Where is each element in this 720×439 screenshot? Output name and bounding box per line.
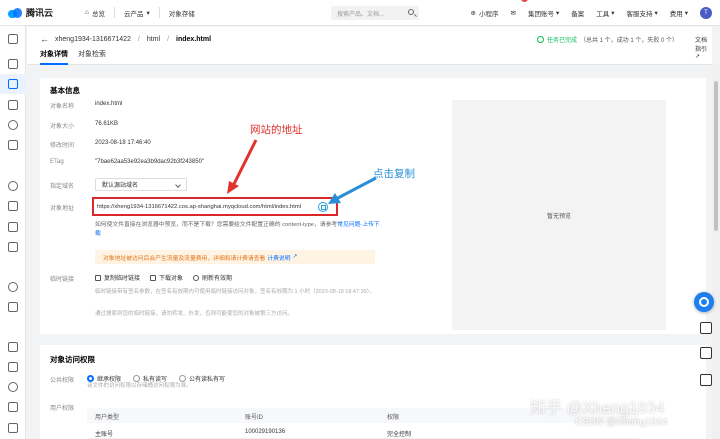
- modified-time: 2023-08-18 17:46:40: [95, 140, 151, 146]
- task-status[interactable]: 任务已完成 （总共 1 个，成功 1 个，失败 0 个）: [537, 35, 678, 44]
- top-right-menu: ⊕小程序 ✉3 集团账号▾ 备案 工具▾ 客服支持▾ 费用▾ T: [465, 0, 712, 26]
- avatar[interactable]: T: [700, 7, 712, 19]
- link-icon[interactable]: [8, 100, 18, 110]
- left-sidebar: [0, 26, 26, 439]
- archive-icon[interactable]: [8, 402, 18, 412]
- temp-link-actions: 复制临时链接 下载对象 刷新有效期: [95, 273, 242, 282]
- doc-guide-link[interactable]: 文档指引 ↗: [695, 35, 712, 60]
- expand-icon[interactable]: [700, 374, 712, 386]
- section-title: 基本信息: [50, 86, 80, 95]
- cloud-logo-icon: [8, 7, 22, 18]
- billing-link[interactable]: 计费说明: [267, 253, 290, 262]
- mail-icon: ✉: [510, 10, 516, 17]
- trash-icon[interactable]: [8, 423, 18, 433]
- brand-name: 腾讯云: [26, 8, 54, 18]
- domain-select[interactable]: 默认源站域名: [95, 178, 187, 191]
- object-name: index.html: [95, 101, 123, 107]
- breadcrumb-folder[interactable]: html: [147, 36, 160, 43]
- chevron-down-icon: ▾: [146, 9, 150, 17]
- group-account-menu[interactable]: 集团账号 ▾: [522, 0, 565, 26]
- object-size: 76.61KB: [95, 121, 119, 127]
- pie-chart-icon[interactable]: [8, 120, 18, 130]
- feedback-icon[interactable]: [700, 347, 712, 359]
- image-icon[interactable]: [8, 302, 18, 312]
- tab-object-search[interactable]: 对象检索: [78, 49, 106, 65]
- download-icon: [150, 274, 157, 281]
- click-copy-annotation: 点击复制: [373, 168, 415, 180]
- security-note: 通过搜索到您的临时链接，请勿转发、外发，否则可能使您的对象被第三方访问。: [95, 311, 294, 317]
- mini-program-icon: ⊕: [470, 10, 476, 17]
- scrollbar[interactable]: [712, 65, 720, 439]
- page-header: ← xheng1934-1316671422 / html / index.ht…: [27, 27, 712, 65]
- home-icon: ⌂: [85, 9, 89, 16]
- filing-link[interactable]: 备案: [565, 0, 590, 26]
- nav-cos[interactable]: 对象存储: [162, 0, 202, 26]
- tab-object-details[interactable]: 对象详情: [40, 49, 68, 65]
- site-address-annotation: 网站的地址: [250, 124, 303, 136]
- check-circle-icon: [537, 36, 544, 43]
- chart-icon[interactable]: [8, 382, 18, 392]
- breadcrumb-file: index.html: [176, 35, 212, 43]
- monitor-icon[interactable]: [8, 181, 18, 191]
- chevron-down-icon: ▾: [555, 10, 560, 17]
- csdn-watermark: CSDN @Xheng1934: [575, 417, 668, 428]
- help-icon[interactable]: [700, 322, 712, 334]
- mail-button[interactable]: ✉3: [504, 0, 528, 26]
- chevron-down-icon: ▾: [654, 10, 658, 17]
- tab-bar: 对象详情 对象检索: [40, 49, 116, 65]
- etag-value: "7bae62aa53e92ea3b9dac92b3f243850": [95, 159, 205, 165]
- chat-assistant-button[interactable]: [694, 292, 714, 312]
- document-icon[interactable]: [8, 140, 18, 150]
- refresh-icon: [193, 274, 200, 281]
- breadcrumb: ← xheng1934-1316671422 / html / index.ht…: [40, 34, 212, 44]
- cube-icon[interactable]: [8, 34, 18, 44]
- external-link-icon: ↗: [292, 254, 298, 260]
- breadcrumb-bucket[interactable]: xheng1934-1316671422: [55, 36, 131, 43]
- list-icon[interactable]: [8, 342, 18, 352]
- grid-icon[interactable]: [8, 59, 18, 69]
- table-row: 主账号 100029190136 完全控制: [87, 425, 639, 439]
- search-input[interactable]: 搜索产品、文档...: [331, 6, 419, 20]
- tag-icon[interactable]: [8, 362, 18, 372]
- copy-temp-link-button[interactable]: 复制临时链接: [95, 273, 140, 282]
- settings-icon[interactable]: [8, 201, 18, 211]
- back-arrow-icon[interactable]: ←: [40, 34, 49, 44]
- nav-overview[interactable]: ⌂ 总览: [78, 0, 112, 26]
- basic-info-card: 基本信息 对象名称 index.html 对象大小 76.61KB 修改时间 2…: [40, 78, 706, 334]
- object-url-field: https://xheng1934-1316671422.cos.ap-shan…: [92, 197, 338, 216]
- refresh-validity-button[interactable]: 刷新有效期: [193, 273, 232, 282]
- support-menu[interactable]: 客服支持 ▾: [620, 0, 663, 26]
- section-title: 对象访问权限: [50, 355, 95, 364]
- bucket-list-icon[interactable]: [8, 79, 18, 89]
- zhihu-watermark: 知乎 @Xheng1934: [530, 400, 665, 417]
- traffic-warning: 对象地址被访问后会产生流量及流量费用，详细和请计费请查看 计费说明 ↗: [95, 250, 375, 264]
- copy-url-button[interactable]: [318, 202, 328, 212]
- billing-menu[interactable]: 费用 ▾: [664, 0, 694, 26]
- link-icon: [95, 274, 101, 281]
- download-object-button[interactable]: 下载对象: [150, 273, 183, 282]
- database-icon[interactable]: [8, 242, 18, 252]
- permission-note: 该文件的访问权限以存储桶访问权限为准。: [87, 383, 192, 389]
- nav-products[interactable]: 云产品 ▾: [117, 0, 157, 26]
- temp-link-note: 临时链接带有签名参数，在签名有效期内可使用临时链接访问对象，签名有效期为 1 小…: [95, 289, 375, 295]
- file-preview: 暂无预览: [452, 100, 666, 330]
- mini-program-link[interactable]: ⊕ 小程序: [465, 0, 505, 26]
- preview-hint: 如何使文件直接在浏览器中预览，而不是下载？您需要给文件配置正确的 content…: [95, 222, 380, 237]
- search-icon: [408, 9, 414, 15]
- chevron-down-icon: [175, 182, 181, 188]
- chevron-down-icon: ▾: [611, 10, 615, 17]
- chevron-down-icon: ▾: [684, 10, 688, 17]
- search-icon[interactable]: [8, 282, 18, 292]
- brand-logo[interactable]: 腾讯云: [8, 6, 78, 19]
- object-url[interactable]: https://xheng1934-1316671422.cos.ap-shan…: [97, 204, 301, 210]
- tools-menu[interactable]: 工具 ▾: [590, 0, 620, 26]
- workflow-icon[interactable]: [8, 222, 18, 232]
